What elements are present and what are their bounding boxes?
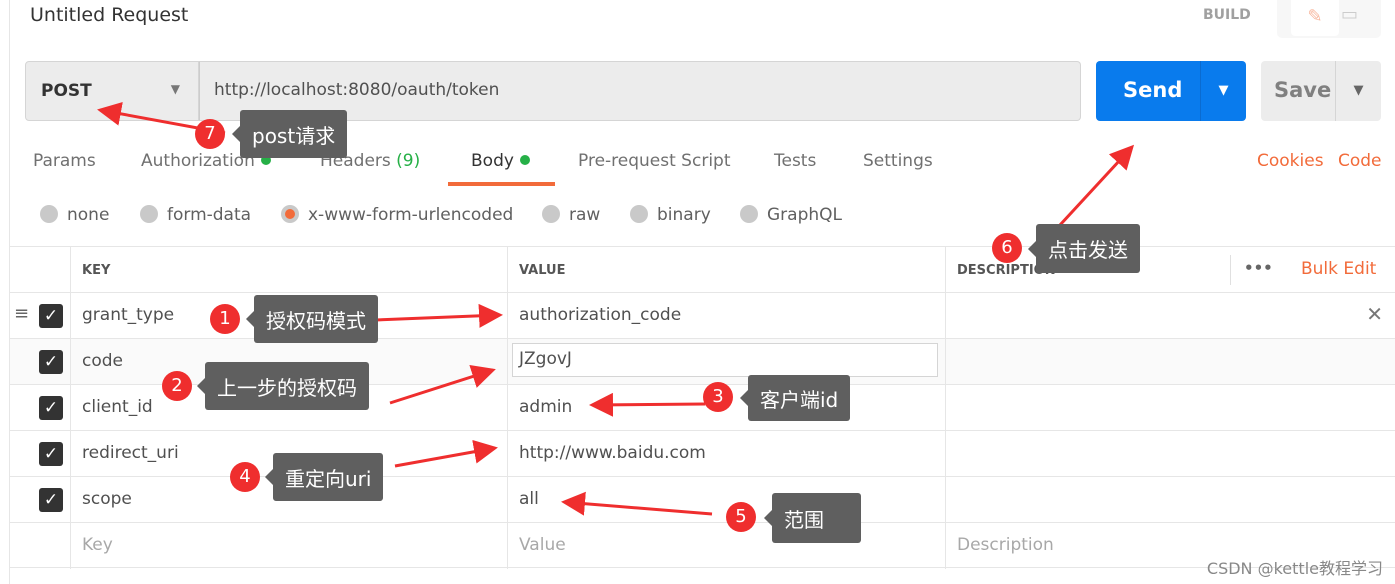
annotation-4: 重定向uri	[264, 453, 384, 501]
annotation-7: post请求	[231, 110, 348, 158]
annotation-6: 点击发送	[1028, 224, 1140, 273]
annotation-1: 授权码模式	[246, 295, 378, 343]
arrow-1	[374, 303, 503, 328]
annotation-number-4: 4	[230, 462, 260, 492]
watermark: CSDN @kettle教程学习	[1206, 559, 1383, 578]
annotation-number-7: 7	[195, 119, 225, 149]
annotation-number-3: 3	[703, 382, 733, 412]
annotation-arrows	[97, 101, 1135, 516]
arrow-3	[589, 392, 706, 417]
annotation-2: 上一步的授权码	[197, 362, 369, 410]
annotation-number-6: 6	[992, 233, 1022, 263]
annotation-3: 客户端id	[739, 375, 851, 421]
annotation-number-2: 2	[162, 371, 192, 401]
arrow-5	[561, 491, 713, 516]
arrow-2	[389, 364, 496, 405]
annotation-number-1: 1	[210, 304, 240, 334]
annotation-number-5: 5	[726, 502, 756, 532]
arrow-4	[394, 439, 498, 468]
annotation-5: 范围	[764, 493, 861, 543]
